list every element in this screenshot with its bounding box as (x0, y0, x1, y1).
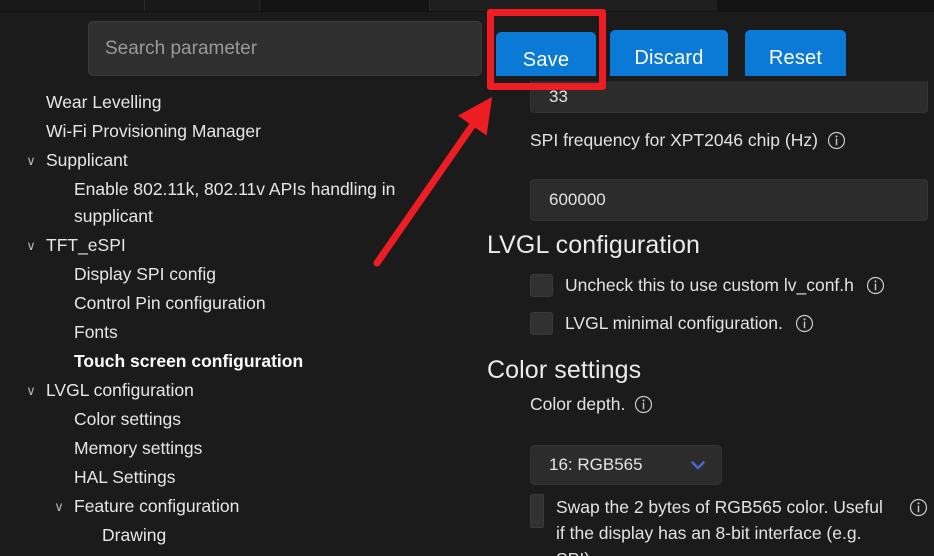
info-icon[interactable] (634, 395, 653, 414)
parameter-tree-sidebar[interactable]: Wear Levelling Wi-Fi Provisioning Manager… (0, 88, 482, 556)
spi-frequency-input[interactable] (530, 179, 928, 221)
section-heading-color-settings: Color settings (487, 356, 642, 384)
sidebar-item-label: Supplicant (46, 150, 128, 170)
sidebar-item-color-settings[interactable]: Color settings (0, 405, 482, 434)
sidebar-item-wear-levelling[interactable]: Wear Levelling (0, 88, 482, 117)
tab-item-3[interactable] (260, 0, 430, 11)
sidebar-item-hal-settings[interactable]: HAL Settings (0, 463, 482, 492)
tab-item-4[interactable] (717, 0, 934, 11)
sidebar-item-control-pin-configuration[interactable]: Control Pin configuration (0, 289, 482, 318)
checkbox-row-custom-lv-conf[interactable]: Uncheck this to use custom lv_conf.h (530, 272, 885, 298)
info-icon[interactable] (909, 498, 928, 517)
sidebar-item-memory-settings[interactable]: Memory settings (0, 434, 482, 463)
tab-item-2[interactable] (145, 0, 260, 11)
sidebar-item-label: Color settings (74, 409, 181, 429)
sidebar-item-lvgl-configuration[interactable]: ∨ LVGL configuration (0, 376, 482, 405)
sidebar-item-supplicant[interactable]: ∨ Supplicant (0, 146, 482, 175)
chevron-down-icon[interactable]: ∨ (22, 232, 40, 259)
checkbox-lvgl-minimal-label: LVGL minimal configuration. (565, 313, 783, 333)
color-depth-select[interactable]: 16: RGB565 (530, 445, 722, 485)
sidebar-item-enable-802-11k-802-11v-apis-handling-in-supplicant[interactable]: Enable 802.11k, 802.11v APIs handling in… (0, 175, 482, 231)
spi-frequency-label-text: SPI frequency for XPT2046 chip (Hz) (530, 130, 818, 150)
sidebar-item-label: Wear Levelling (46, 92, 162, 112)
spi-frequency-label: SPI frequency for XPT2046 chip (Hz) (530, 130, 846, 151)
sidebar-item-label: LVGL configuration (46, 380, 194, 400)
sidebar-item-label: Memory settings (74, 438, 203, 458)
sidebar-item-label: Drawing (102, 525, 167, 545)
sidebar-item-drawing[interactable]: Drawing (0, 521, 482, 550)
color-depth-label: Color depth. (530, 394, 653, 415)
checkbox-swap-bytes-label: Swap the 2 bytes of RGB565 color. Useful… (556, 497, 883, 556)
checkbox-custom-lv-conf[interactable] (530, 274, 553, 297)
chevron-down-icon[interactable]: ∨ (50, 493, 68, 520)
sidebar-item-label: Wi-Fi Provisioning Manager (46, 121, 261, 141)
chevron-down-icon[interactable]: ∨ (22, 377, 40, 404)
info-icon[interactable] (827, 131, 846, 150)
sidebar-item-fonts[interactable]: Fonts (0, 318, 482, 347)
sidebar-item-label: GPU (102, 551, 482, 556)
checkbox-lvgl-minimal[interactable] (530, 312, 553, 335)
sidebar-item-feature-configuration[interactable]: ∨ Feature configuration (0, 492, 482, 521)
sidebar-item-label: TFT_eSPI (46, 235, 126, 255)
checkbox-custom-lv-conf-label: Uncheck this to use custom lv_conf.h (565, 275, 854, 295)
sidebar-item-label: Display SPI config (74, 264, 217, 284)
color-depth-selected-value: 16: RGB565 (549, 455, 643, 474)
sidebar-item-wi-fi-provisioning-manager[interactable]: Wi-Fi Provisioning Manager (0, 117, 482, 146)
search-input[interactable] (88, 21, 482, 76)
sidebar-item-label: HAL Settings (74, 467, 176, 487)
sidebar-item-label: Fonts (74, 322, 118, 342)
info-icon[interactable] (866, 276, 885, 295)
chevron-down-icon[interactable] (687, 454, 709, 476)
sidebar-item-label: Feature configuration (74, 496, 240, 516)
sidebar-item-label: Touch screen configuration (74, 351, 304, 371)
sidebar-item-label: Enable 802.11k, 802.11v APIs handling in… (74, 179, 396, 226)
color-depth-label-text: Color depth. (530, 394, 626, 414)
checkbox-row-lvgl-minimal[interactable]: LVGL minimal configuration. (530, 310, 814, 336)
parameter-detail-panel: SPI frequency for XPT2046 chip (Hz) LVGL… (482, 76, 934, 556)
tab-item-1[interactable] (0, 0, 145, 11)
sidebar-item-gpu[interactable]: GPU (0, 550, 482, 556)
sidebar-item-display-spi-config[interactable]: Display SPI config (0, 260, 482, 289)
touch-threshold-input[interactable] (530, 81, 928, 113)
sidebar-item-tft-espi[interactable]: ∨ TFT_eSPI (0, 231, 482, 260)
sidebar-item-touch-screen-configuration[interactable]: Touch screen configuration (0, 347, 482, 376)
checkbox-row-swap-bytes[interactable]: Swap the 2 bytes of RGB565 color. Useful… (530, 494, 928, 556)
sidebar-item-label: Control Pin configuration (74, 293, 266, 313)
chevron-down-icon[interactable]: ∨ (22, 147, 40, 174)
config-window: Save Discard Reset Wear LevellingWi-Fi P… (0, 0, 934, 556)
checkbox-swap-bytes[interactable] (530, 494, 544, 528)
info-icon[interactable] (795, 314, 814, 333)
section-heading-lvgl-configuration: LVGL configuration (487, 231, 701, 259)
tab-strip (0, 0, 934, 12)
